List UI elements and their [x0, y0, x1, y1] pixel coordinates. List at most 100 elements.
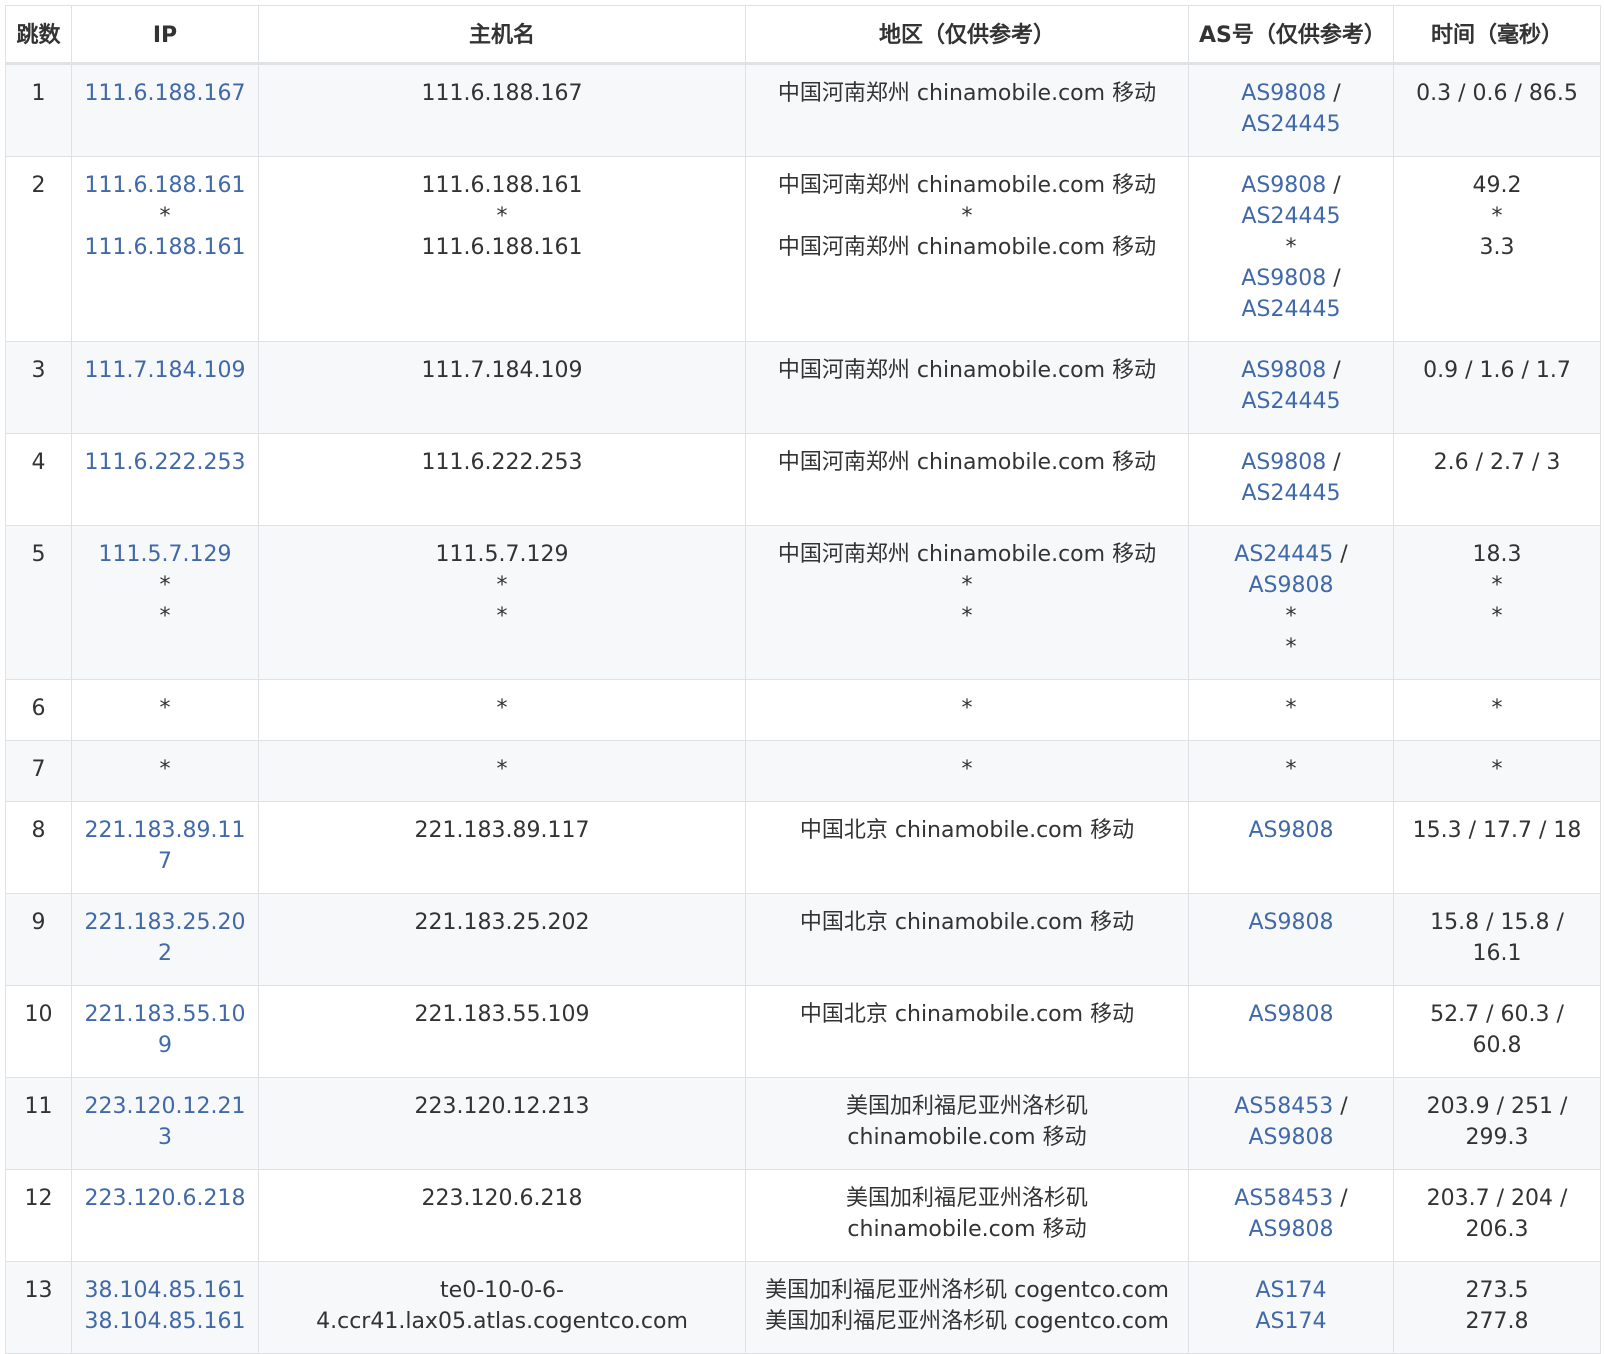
as-link[interactable]: AS24445 — [1242, 481, 1341, 506]
timeout-marker: * — [961, 573, 973, 598]
header-time: 时间（毫秒） — [1393, 5, 1601, 65]
as-link[interactable]: AS9808 — [1241, 358, 1326, 383]
as-separator: / — [1333, 1186, 1348, 1211]
time-cell: * — [1393, 679, 1601, 741]
region-cell: 美国加利福尼亚州洛杉矶 chinamobile.com 移动 — [745, 1169, 1189, 1262]
host-cell-text: 4.ccr41.lax05.atlas.cogentco.com — [316, 1309, 688, 1334]
ip-cell: 111.5.7.129 * * — [71, 525, 259, 680]
timeout-marker: * — [961, 204, 973, 229]
table-body: 1 111.6.188.167 111.6.188.167 中国河南郑州 chinam… — [5, 63, 1601, 1354]
ip-link[interactable]: 111.7.184.109 — [85, 358, 246, 383]
hop-cell: 4 — [5, 433, 72, 526]
region-cell: 中国河南郑州 chinamobile.com 移动 — [745, 63, 1189, 157]
cell-line: 111.6.188.161 — [82, 232, 248, 263]
cell-line: 111.5.7.129 — [82, 539, 248, 570]
host-cell-text: 111.5.7.129 — [435, 542, 569, 567]
as-cell: AS9808 / AS24445 — [1188, 63, 1394, 157]
hop-cell: 3 — [5, 341, 72, 434]
time-cell-text: 0.9 / 1.6 / 1.7 — [1423, 358, 1571, 383]
table-header: 跳数 IP 主机名 地区（仅供参考） AS号（仅供参考） 时间（毫秒） — [5, 5, 1601, 65]
as-link[interactable]: AS174 — [1255, 1278, 1326, 1303]
host-cell-text: 111.7.184.109 — [421, 358, 583, 383]
region-cell-text: 美国加利福尼亚州洛杉矶 — [845, 1094, 1088, 1119]
cell-line: AS9808 / — [1199, 78, 1383, 109]
region-cell-text: 中国河南郑州 chinamobile.com 移动 — [777, 173, 1157, 198]
timeout-marker: * — [496, 757, 508, 782]
ip-link[interactable]: 111.5.7.129 — [99, 542, 232, 567]
as-cell: AS9808 / AS24445 * AS9808 / AS24445 — [1188, 156, 1394, 342]
host-cell-text: 111.6.188.161 — [421, 235, 583, 260]
as-link[interactable]: AS9808 — [1241, 81, 1326, 106]
time-cell: 52.7 / 60.3 / 60.8 — [1393, 985, 1601, 1078]
host-cell-text: 111.6.222.253 — [421, 450, 583, 475]
as-link[interactable]: AS58453 — [1234, 1094, 1333, 1119]
as-link[interactable]: AS9808 — [1248, 1217, 1333, 1242]
ip-link[interactable]: 111.6.188.167 — [85, 81, 246, 106]
region-cell-text: 中国河南郑州 chinamobile.com 移动 — [777, 450, 1157, 475]
cell-line: 38.104.85.161 — [82, 1275, 248, 1306]
traceroute-table: 跳数 IP 主机名 地区（仅供参考） AS号（仅供参考） 时间（毫秒） 1 111… — [5, 5, 1601, 1354]
header-region: 地区（仅供参考） — [745, 5, 1189, 65]
cell-line: AS58453 / — [1199, 1091, 1383, 1122]
time-cell-text: 15.3 / 17.7 / 18 — [1412, 818, 1582, 843]
timeout-marker: * — [1491, 757, 1503, 782]
ip-link[interactable]: 111.6.188.161 — [85, 235, 246, 260]
table-row: 2 111.6.188.161 * 111.6.188.161 111.6.188.16… — [5, 156, 1601, 342]
time-cell-text: 0.3 / 0.6 / 86.5 — [1416, 81, 1578, 106]
as-link[interactable]: AS9808 — [1248, 573, 1333, 598]
time-cell: * — [1393, 740, 1601, 802]
ip-link[interactable]: 223.120.6.218 — [85, 1186, 246, 1211]
ip-link[interactable]: 221.183.89.117 — [85, 818, 246, 874]
ip-link[interactable]: 221.183.25.202 — [85, 910, 246, 966]
ip-link[interactable]: 223.120.12.213 — [85, 1094, 246, 1150]
cell-line: AS58453 / — [1199, 1183, 1383, 1214]
as-link[interactable]: AS9808 — [1248, 910, 1333, 935]
timeout-marker: * — [1285, 696, 1297, 721]
timeout-marker: * — [496, 604, 508, 629]
as-link[interactable]: AS24445 — [1234, 542, 1333, 567]
ip-link[interactable]: 38.104.85.161 — [85, 1278, 246, 1303]
host-cell-text: 223.120.12.213 — [414, 1094, 590, 1119]
timeout-marker: * — [961, 696, 973, 721]
time-cell-text: 299.3 — [1465, 1125, 1529, 1150]
as-link[interactable]: AS9808 — [1248, 1125, 1333, 1150]
time-cell-text: 18.3 — [1472, 542, 1522, 567]
cell-line: 223.120.12.213 — [82, 1091, 248, 1153]
as-link[interactable]: AS24445 — [1242, 204, 1341, 229]
as-link[interactable]: AS24445 — [1242, 112, 1341, 137]
cell-line: 221.183.89.117 — [82, 815, 248, 877]
as-link[interactable]: AS24445 — [1242, 389, 1341, 414]
region-cell-text: 中国北京 chinamobile.com 移动 — [799, 818, 1135, 843]
cell-line: AS9808 — [1199, 815, 1383, 846]
ip-link[interactable]: 111.6.188.161 — [85, 173, 246, 198]
ip-link[interactable]: 38.104.85.161 — [85, 1309, 246, 1334]
cell-line: 111.6.222.253 — [82, 447, 248, 478]
as-separator: / — [1333, 1094, 1348, 1119]
as-link[interactable]: AS9808 — [1241, 173, 1326, 198]
as-link[interactable]: AS9808 — [1248, 1002, 1333, 1027]
region-cell: 中国河南郑州 chinamobile.com 移动 * * — [745, 525, 1189, 680]
table-row: 11 223.120.12.213 223.120.12.213 美国加利福尼亚州洛杉… — [5, 1077, 1601, 1170]
header-hop: 跳数 — [5, 5, 72, 65]
region-cell: 中国河南郑州 chinamobile.com 移动 — [745, 433, 1189, 526]
as-link[interactable]: AS9808 — [1248, 818, 1333, 843]
timeout-marker: * — [159, 757, 171, 782]
region-cell-text: 中国河南郑州 chinamobile.com 移动 — [777, 542, 1157, 567]
region-cell: * — [745, 740, 1189, 802]
time-cell-text: 49.2 — [1472, 173, 1522, 198]
ip-cell: 223.120.12.213 — [71, 1077, 259, 1170]
cell-line: AS9808 — [1199, 907, 1383, 938]
ip-link[interactable]: 111.6.222.253 — [85, 450, 246, 475]
region-cell-text: chinamobile.com 移动 — [847, 1125, 1087, 1150]
as-link[interactable]: AS58453 — [1234, 1186, 1333, 1211]
ip-link[interactable]: 221.183.55.109 — [85, 1002, 246, 1058]
region-cell: * — [745, 679, 1189, 741]
as-link[interactable]: AS24445 — [1242, 297, 1341, 322]
host-cell: 111.6.188.161 * 111.6.188.161 — [258, 156, 746, 342]
hop-cell: 8 — [5, 801, 72, 894]
as-link[interactable]: AS9808 — [1241, 266, 1326, 291]
cell-line: AS9808 — [1199, 1122, 1383, 1153]
as-link[interactable]: AS9808 — [1241, 450, 1326, 475]
ip-cell: * — [71, 679, 259, 741]
as-link[interactable]: AS174 — [1255, 1309, 1326, 1334]
